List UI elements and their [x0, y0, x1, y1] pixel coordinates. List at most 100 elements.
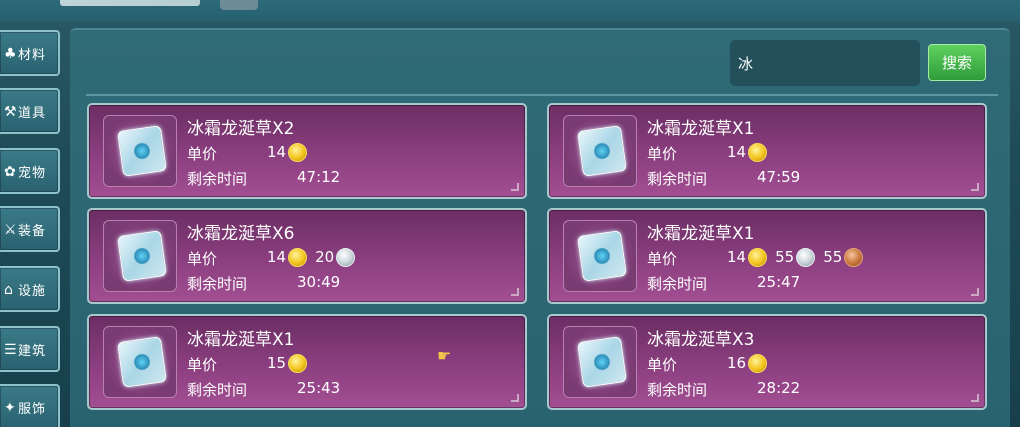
gold-coin-icon — [288, 247, 308, 267]
corner-mark-icon — [511, 183, 519, 191]
leaf-icon: ♣ — [4, 46, 17, 62]
sidebar-item-equipment[interactable]: ⚔ 装备 — [0, 206, 60, 252]
ice-crystal-icon — [117, 336, 167, 388]
time-remaining: 28:22 — [757, 379, 801, 397]
silver-coin-icon — [336, 247, 356, 267]
sidebar-item-facilities[interactable]: ⌂ 设施 — [0, 266, 60, 312]
price-amount: 14 — [267, 143, 287, 161]
sidebar-item-label: 材料 — [17, 47, 46, 63]
facility-icon: ⌂ — [4, 282, 13, 298]
top-bar — [0, 0, 1020, 22]
corner-mark-icon — [971, 394, 979, 402]
time-label: 剩余时间 — [187, 170, 248, 188]
ice-crystal-icon — [117, 230, 167, 282]
price-amount: 14 — [727, 143, 747, 161]
time-label: 剩余时间 — [647, 275, 708, 293]
item-icon-frame — [103, 326, 177, 398]
sidebar-item-buildings[interactable]: ☰ 建筑 — [0, 326, 60, 372]
pet-icon: ✿ — [4, 164, 16, 180]
clothes-icon: ✦ — [4, 400, 16, 416]
listing-card[interactable]: 冰霜龙涎草X3 单价 16 剩余时间 28:22 — [547, 314, 987, 410]
sword-icon: ⚔ — [4, 222, 17, 238]
item-name: 冰霜龙涎草X3 — [647, 330, 755, 350]
ice-crystal-icon — [577, 230, 627, 282]
sidebar-item-label: 建筑 — [17, 343, 46, 359]
time-remaining: 30:49 — [297, 273, 341, 291]
ice-crystal-icon — [577, 336, 627, 388]
listing-card[interactable]: 冰霜龙涎草X1 单价 15 剩余时间 25:43 — [87, 314, 527, 410]
gold-coin-icon — [748, 142, 768, 162]
building-icon: ☰ — [4, 342, 17, 358]
sidebar-item-clothing[interactable]: ✦ 服饰 — [0, 384, 60, 427]
item-name: 冰霜龙涎草X1 — [647, 224, 755, 244]
bronze-coin-icon — [844, 247, 864, 267]
header-tab-icon[interactable] — [220, 0, 258, 10]
hand-cursor-icon: ☛ — [437, 346, 452, 365]
price-row: 14 20 — [267, 246, 363, 268]
corner-mark-icon — [511, 288, 519, 296]
gold-coin-icon — [288, 142, 308, 162]
search-button-label: 搜索 — [941, 54, 972, 72]
price-amount: 20 — [315, 248, 335, 266]
sidebar-item-label: 宠物 — [17, 165, 46, 181]
sidebar-item-materials[interactable]: ♣ 材料 — [0, 30, 60, 76]
header-title-banner — [60, 0, 200, 6]
price-label: 单价 — [187, 145, 218, 163]
item-icon-frame — [563, 326, 637, 398]
item-icon-frame — [103, 115, 177, 187]
time-remaining: 47:59 — [757, 168, 801, 186]
item-name: 冰霜龙涎草X2 — [187, 119, 295, 139]
item-icon-frame — [563, 220, 637, 292]
corner-mark-icon — [971, 183, 979, 191]
price-label: 单价 — [187, 356, 218, 374]
search-input-value: 冰 — [738, 54, 754, 73]
gold-coin-icon — [748, 353, 768, 373]
silver-coin-icon — [796, 247, 816, 267]
price-amount: 55 — [775, 248, 795, 266]
time-remaining: 25:43 — [297, 379, 341, 397]
corner-mark-icon — [971, 288, 979, 296]
sidebar-item-label: 服饰 — [17, 401, 46, 417]
listing-card[interactable]: 冰霜龙涎草X2 单价 14 剩余时间 47:12 — [87, 103, 527, 199]
price-row: 16 — [727, 352, 775, 374]
price-label: 单价 — [647, 250, 678, 268]
sidebar-item-label: 道具 — [17, 105, 46, 121]
panel-divider — [86, 94, 998, 96]
time-remaining: 25:47 — [757, 273, 801, 291]
search-input[interactable]: 冰 — [730, 40, 920, 86]
price-label: 单价 — [187, 250, 218, 268]
sidebar-item-label: 设施 — [17, 283, 46, 299]
search-button[interactable]: 搜索 — [928, 44, 986, 81]
time-remaining: 47:12 — [297, 168, 341, 186]
item-icon-frame — [103, 220, 177, 292]
listing-card[interactable]: 冰霜龙涎草X1 单价 14 剩余时间 47:59 — [547, 103, 987, 199]
price-row: 14 — [727, 141, 775, 163]
time-label: 剩余时间 — [187, 381, 248, 399]
item-name: 冰霜龙涎草X6 — [187, 224, 295, 244]
time-label: 剩余时间 — [187, 275, 248, 293]
sidebar-item-props[interactable]: ⚒ 道具 — [0, 88, 60, 134]
listing-card[interactable]: 冰霜龙涎草X1 单价 14 55 55 剩余时间 25:47 — [547, 208, 987, 304]
price-row: 15 — [267, 352, 315, 374]
gold-coin-icon — [288, 353, 308, 373]
ice-crystal-icon — [577, 125, 627, 177]
corner-mark-icon — [511, 394, 519, 402]
sidebar-item-pets[interactable]: ✿ 宠物 — [0, 148, 60, 194]
item-name: 冰霜龙涎草X1 — [647, 119, 755, 139]
price-label: 单价 — [647, 145, 678, 163]
pickaxe-icon: ⚒ — [4, 104, 17, 120]
time-label: 剩余时间 — [647, 381, 708, 399]
gold-coin-icon — [748, 247, 768, 267]
price-amount: 14 — [727, 248, 747, 266]
item-icon-frame — [563, 115, 637, 187]
listing-card[interactable]: 冰霜龙涎草X6 单价 14 20 剩余时间 30:49 — [87, 208, 527, 304]
price-amount: 16 — [727, 354, 747, 372]
price-label: 单价 — [647, 356, 678, 374]
price-amount: 15 — [267, 354, 287, 372]
time-label: 剩余时间 — [647, 170, 708, 188]
ice-crystal-icon — [117, 125, 167, 177]
price-amount: 55 — [823, 248, 843, 266]
sidebar-item-label: 装备 — [17, 223, 46, 239]
price-row: 14 55 55 — [727, 246, 871, 268]
price-amount: 14 — [267, 248, 287, 266]
